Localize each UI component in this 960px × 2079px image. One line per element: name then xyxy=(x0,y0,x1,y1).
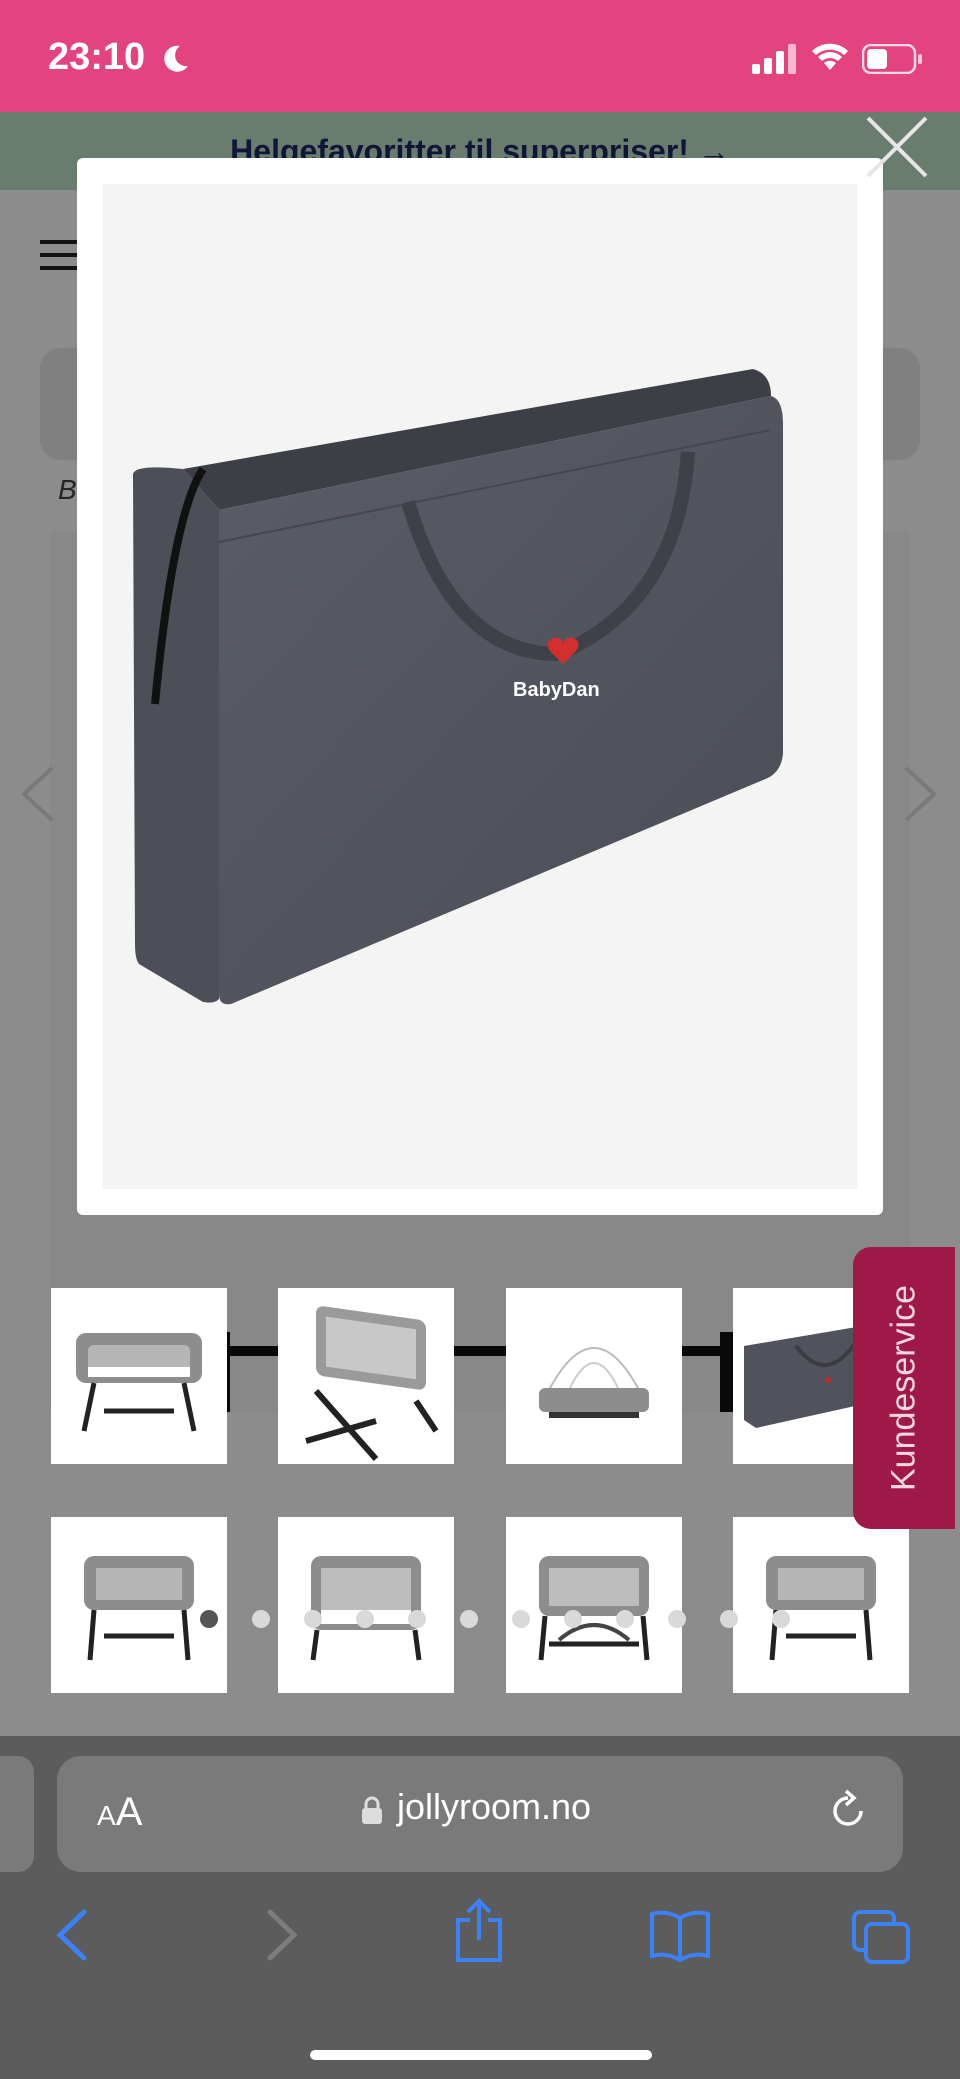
cellular-signal-icon xyxy=(752,44,800,79)
reader-settings-button[interactable]: AA xyxy=(97,1790,142,1835)
thumbnail-3[interactable] xyxy=(506,1288,682,1464)
crib-image xyxy=(305,1306,439,1461)
carousel-dot[interactable] xyxy=(616,1610,634,1628)
customer-service-tab[interactable]: Kundeservice xyxy=(853,1247,955,1529)
carousel-dot[interactable] xyxy=(564,1610,582,1628)
reload-icon[interactable] xyxy=(825,1788,871,1839)
lock-icon xyxy=(361,1796,383,1831)
home-indicator xyxy=(310,2050,652,2060)
status-time: 23:10 xyxy=(48,36,146,78)
carousel-dot[interactable] xyxy=(200,1610,218,1628)
carousel-dot[interactable] xyxy=(408,1610,426,1628)
customer-service-label: Kundeservice xyxy=(884,1284,923,1492)
carousel-dot[interactable] xyxy=(720,1610,738,1628)
back-arrow-icon[interactable] xyxy=(52,1908,92,1967)
carousel-dot[interactable] xyxy=(512,1610,530,1628)
carousel-dot[interactable] xyxy=(668,1610,686,1628)
lightbox-image: BabyDan xyxy=(103,184,857,1189)
browser-toolbar: AA jollyroom.no xyxy=(0,1736,960,2079)
forward-arrow-icon[interactable] xyxy=(262,1908,302,1967)
crib-image xyxy=(84,1556,194,1661)
previous-tab-card[interactable] xyxy=(0,1756,34,1872)
wifi-icon xyxy=(810,40,850,77)
url-text[interactable]: jollyroom.no xyxy=(397,1786,591,1828)
thumbnail-5[interactable] xyxy=(51,1517,227,1693)
crib-image xyxy=(310,1556,422,1661)
carousel-dots xyxy=(200,1610,824,1633)
thumbnail-8[interactable] xyxy=(733,1517,909,1693)
address-bar[interactable]: AA jollyroom.no xyxy=(57,1756,903,1872)
image-lightbox: BabyDan xyxy=(77,158,883,1215)
bag-brand-text: BabyDan xyxy=(513,679,600,701)
carousel-dot[interactable] xyxy=(460,1610,478,1628)
carousel-dot[interactable] xyxy=(304,1610,322,1628)
status-bar: 23:10 xyxy=(0,0,960,112)
thumbnail-1[interactable] xyxy=(51,1288,227,1464)
bookmarks-icon[interactable] xyxy=(648,1908,712,1967)
crib-image xyxy=(766,1556,876,1661)
tabs-icon[interactable] xyxy=(850,1908,912,1971)
crib-image xyxy=(538,1556,650,1661)
aa-large: A xyxy=(115,1790,143,1834)
moon-icon xyxy=(158,42,192,81)
close-icon[interactable] xyxy=(862,112,932,187)
carry-bag-image: BabyDan xyxy=(133,369,783,1005)
carousel-dot[interactable] xyxy=(772,1610,790,1628)
carousel-dot[interactable] xyxy=(252,1610,270,1628)
carousel-dot[interactable] xyxy=(356,1610,374,1628)
crib-net-image xyxy=(539,1347,649,1418)
share-icon[interactable] xyxy=(452,1898,506,1969)
battery-icon xyxy=(861,43,924,79)
crib-image xyxy=(76,1333,202,1432)
thumbnail-6[interactable] xyxy=(278,1517,454,1693)
thumbnail-7[interactable] xyxy=(506,1517,682,1693)
thumbnail-2[interactable] xyxy=(278,1288,454,1464)
